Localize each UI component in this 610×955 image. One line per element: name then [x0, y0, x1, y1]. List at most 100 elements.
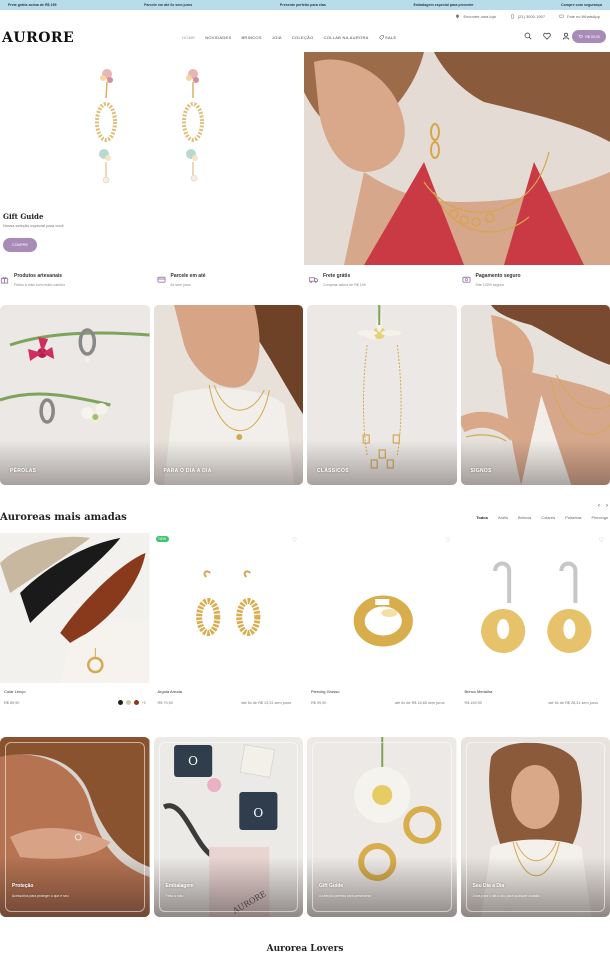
phone-icon [510, 14, 514, 19]
product-price: R$ 99,90 [311, 701, 327, 705]
nav-item-novidades[interactable]: NOVIDADES [205, 35, 231, 40]
heart-icon[interactable]: ♡ [292, 537, 297, 544]
card-icon [156, 276, 166, 283]
bestsellers-title: Auroreas mais amadas [0, 512, 127, 523]
product-installments: até 6x de R$ 13,31 sem juros [241, 701, 291, 705]
wishlist-icon[interactable] [543, 32, 551, 40]
tag-icon [378, 35, 384, 41]
benefit-subtitle: Compras acima de R$ 199 [323, 283, 366, 287]
benefit-item: Parcele em até 6x sem juros [153, 268, 306, 304]
benefit-subtitle: 6x sem juros [170, 283, 191, 287]
category-tile-perolas[interactable]: PÉROLAS [0, 305, 150, 485]
medal-earrings-image [460, 533, 610, 683]
hero-left-panel[interactable] [0, 52, 304, 265]
announcement-text: Frete grátis acima de R$ 199 [8, 3, 57, 7]
heart-icon[interactable]: ♡ [445, 537, 450, 544]
phone-link[interactable]: (21) 3000-1907 [510, 14, 545, 19]
editorial-subtitle: Joias para o dia a dia, para qualquer oc… [472, 894, 541, 898]
editorial-tile-dia-a-dia[interactable]: Seu Dia a Dia Joias para o dia a dia, pa… [460, 737, 610, 917]
benefit-title: Frete grátis [323, 273, 351, 279]
swatch-brown[interactable] [133, 700, 139, 705]
category-tile-classicos[interactable]: CLÁSSICOS [307, 305, 457, 485]
heart-icon[interactable]: ♡ [599, 537, 604, 544]
filter-tab-todos[interactable]: Todos [476, 515, 488, 520]
product-price: R$ 89,90 [4, 701, 20, 705]
category-label: CLÁSSICOS [317, 468, 349, 474]
product-name[interactable]: Colar Lenço [4, 689, 26, 694]
nav-item-home[interactable]: HOME [182, 35, 195, 40]
hero-model-photo[interactable]: ‹ › [304, 52, 610, 265]
category-tile-dia-a-dia[interactable]: PARA O DIA A DIA [153, 305, 303, 485]
site-logo[interactable]: AURORE [2, 30, 74, 46]
lovers-section-title: Aurorea Lovers [266, 944, 344, 954]
ear-cuff-image [307, 533, 457, 683]
product-name[interactable]: Brinco Medalha [465, 689, 493, 694]
benefit-title: Produtos artesanais [14, 273, 63, 279]
product-card[interactable]: ♡ Piercing Grosso R$ 99,90 até 6x de R$ … [307, 533, 457, 713]
chevron-right-icon[interactable]: › [606, 503, 608, 509]
whatsapp-link[interactable]: Fale no WhatsApp [559, 14, 600, 19]
product-card[interactable]: Colar Lenço R$ 89,90 +3 [0, 533, 150, 713]
benefit-subtitle: Feitos à mão com muito carinho [14, 283, 66, 287]
chevron-left-icon[interactable]: ‹ [598, 503, 600, 509]
editorial-tile-protecao[interactable]: Proteção Acessórios para proteger o que … [0, 737, 150, 917]
product-image[interactable] [153, 533, 303, 683]
product-carousel: Colar Lenço R$ 89,90 +3 NEW ♡ Argola Arr… [0, 533, 610, 713]
product-card[interactable]: NEW ♡ Argola Arruda R$ 79,90 até 6x de R… [153, 533, 303, 713]
editorial-title: Proteção [12, 883, 34, 889]
product-name[interactable]: Piercing Grosso [311, 689, 339, 694]
product-card[interactable]: ♡ Brinco Medalha R$ 169,90 até 6x de R$ … [460, 533, 610, 713]
filter-tab-pulseiras[interactable]: Pulseiras [565, 515, 581, 520]
header-actions [524, 32, 570, 40]
hoop-earrings-image [153, 533, 303, 683]
category-tile-signos[interactable]: SIGNOS [460, 305, 610, 485]
editorial-grid: Proteção Acessórios para proteger o que … [0, 737, 610, 917]
cart-button[interactable]: R$ 00,00 [572, 30, 606, 43]
editorial-tile-embalagem[interactable]: O O AURORE Embalagem Feita à mão [153, 737, 303, 917]
nav-item-colecao[interactable]: COLEÇÃO [292, 35, 314, 40]
editorial-tile-gift-guide[interactable]: Gift Guide A seleção perfeita para prese… [307, 737, 457, 917]
benefit-subtitle: Site 100% seguro [475, 283, 504, 287]
filter-tab-colares[interactable]: Colares [541, 515, 555, 520]
filter-tab-aneis[interactable]: Anéis [498, 515, 508, 520]
swatch-beige[interactable] [125, 700, 131, 705]
nav-item-joia[interactable]: JOIA [272, 35, 282, 40]
cart-icon [578, 34, 584, 38]
editorial-subtitle: A seleção perfeita para presentear [319, 894, 371, 898]
hero-cta-button[interactable]: COMPRE [3, 238, 37, 252]
announcement-text: Compre com segurança [561, 3, 602, 7]
scarf-necklace-image [0, 533, 150, 683]
nav-item-brincos[interactable]: BRINCOS [241, 35, 261, 40]
product-image[interactable] [0, 533, 150, 683]
benefits-strip: Produtos artesanais Feitos à mão com mui… [0, 268, 610, 304]
whatsapp-label: Fale no WhatsApp [567, 14, 600, 19]
announcement-text: Embalagem especial para presente [413, 3, 474, 7]
store-locator-label: Encontre uma loja [463, 14, 496, 19]
tile-shade [153, 440, 303, 485]
category-label: SIGNOS [470, 468, 492, 474]
editorial-title: Gift Guide [319, 883, 344, 889]
product-installments: até 6x de R$ 16,65 sem juros [394, 701, 445, 705]
product-image[interactable] [307, 533, 457, 683]
filter-tab-brincos[interactable]: Brincos [518, 515, 531, 520]
bestsellers-filter-tabs: Todos Anéis Brincos Colares Pulseiras Pi… [476, 515, 608, 520]
swatch-more[interactable]: +3 [142, 701, 146, 705]
category-label: PÉROLAS [10, 468, 37, 474]
product-image[interactable] [460, 533, 610, 683]
benefit-title: Pagamento seguro [475, 273, 521, 279]
filter-tab-piercings[interactable]: Piercings [592, 515, 608, 520]
site-header: AURORE Encontre uma loja (21) 3000-1907 … [0, 10, 610, 55]
account-icon[interactable] [562, 32, 570, 40]
nav-item-collab[interactable]: COLLAB NA AURORA [324, 35, 369, 40]
nav-item-sale[interactable]: SALE [378, 35, 397, 41]
swatch-black[interactable] [117, 700, 123, 705]
announcement-bar: Frete grátis acima de R$ 199 Parcele em … [0, 0, 610, 10]
store-locator-link[interactable]: Encontre uma loja [455, 14, 496, 19]
cart-total: R$ 00,00 [585, 34, 600, 39]
announcement-text: Presente perfeito para elas [279, 3, 326, 7]
shield-icon [461, 276, 471, 283]
search-icon[interactable] [524, 32, 532, 40]
hero-earrings-image [95, 69, 204, 184]
product-name[interactable]: Argola Arruda [158, 689, 182, 694]
gift-icon [0, 276, 9, 284]
